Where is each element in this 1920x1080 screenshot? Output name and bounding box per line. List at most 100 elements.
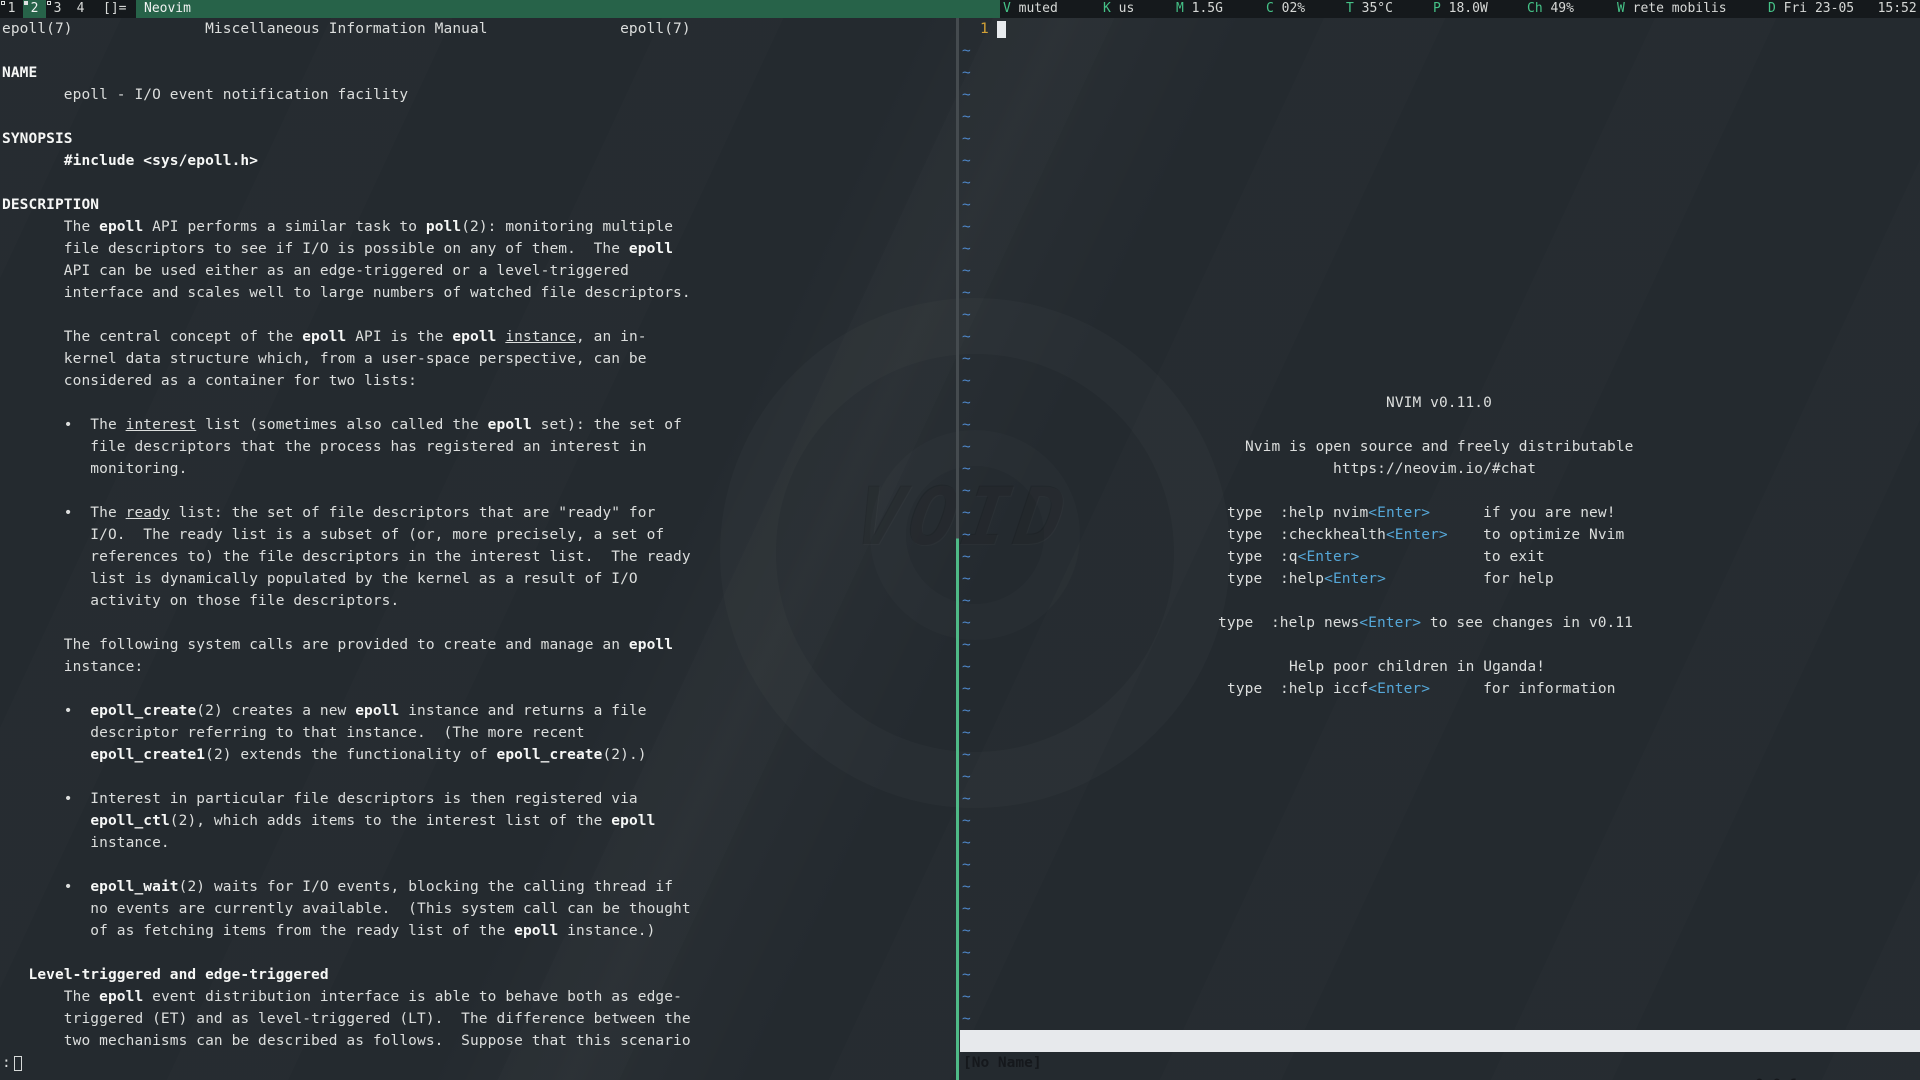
nvim-tilde: ~ xyxy=(962,458,971,480)
tag-1[interactable]: 1 xyxy=(0,0,23,18)
man-line: no events are currently available. (This… xyxy=(2,898,691,920)
tag-3[interactable]: 3 xyxy=(46,0,69,18)
dwm-bar: 1234 []= Neovim V mutedK usM 1.5GC 02%T … xyxy=(0,0,1920,18)
nvim-intro-line: type :checkhealth<Enter> to optimize Nvi… xyxy=(1227,524,1624,546)
man-line: interface and scales well to large numbe… xyxy=(2,282,691,304)
man-line: The epoll event distribution interface i… xyxy=(2,986,682,1008)
nvim-tilde: ~ xyxy=(962,634,971,656)
man-line: list is dynamically populated by the ker… xyxy=(2,568,638,590)
man-line: two mechanisms can be described as follo… xyxy=(2,1030,691,1052)
status-m: M 1.5G xyxy=(1176,0,1223,18)
nvim-tilde: ~ xyxy=(962,964,971,986)
nvim-tilde: ~ xyxy=(962,348,971,370)
nvim-tilde: ~ xyxy=(962,1008,971,1030)
nvim-tilde: ~ xyxy=(962,678,971,700)
nvim-tilde: ~ xyxy=(962,546,971,568)
nvim-intro-line: type :help<Enter> for help xyxy=(1227,568,1554,590)
nvim-tilde: ~ xyxy=(962,436,971,458)
tag-indicator-hollow xyxy=(1,1,5,5)
man-line: NAME xyxy=(2,62,37,84)
nvim-intro-line: https://neovim.io/#chat xyxy=(1333,458,1536,480)
nvim-tilde: ~ xyxy=(962,62,971,84)
nvim-tilde: ~ xyxy=(962,700,971,722)
nvim-tilde: ~ xyxy=(962,612,971,634)
nvim-cursor xyxy=(997,21,1006,38)
man-line: • Interest in particular file descriptor… xyxy=(2,788,638,810)
nvim-tilde: ~ xyxy=(962,150,971,172)
nvim-intro-line: type :help nvim<Enter> if you are new! xyxy=(1227,502,1616,524)
nvim-tilde: ~ xyxy=(962,194,971,216)
man-line: The epoll API performs a similar task to… xyxy=(2,216,673,238)
nvim-tilde: ~ xyxy=(962,744,971,766)
nvim-statusline: [No Name] 0,0-1 All xyxy=(960,1030,1920,1052)
man-line: SYNOPSIS xyxy=(2,128,73,150)
nvim-tilde: ~ xyxy=(962,656,971,678)
man-line: descriptor referring to that instance. (… xyxy=(2,722,585,744)
nvim-tilde: ~ xyxy=(962,106,971,128)
nvim-tilde: ~ xyxy=(962,172,971,194)
tag-indicator-filled xyxy=(24,1,28,5)
nvim-tilde: ~ xyxy=(962,810,971,832)
window-title: Neovim xyxy=(144,1,191,16)
man-line: references to) the file descriptors in t… xyxy=(2,546,691,568)
status-c: C 02% xyxy=(1266,0,1305,18)
nvim-tilde: ~ xyxy=(962,40,971,62)
man-line: epoll(7) Miscellaneous Information Manua… xyxy=(2,18,691,40)
man-line: API can be used either as an edge-trigge… xyxy=(2,260,629,282)
nvim-intro-line: type :help iccf<Enter> for information xyxy=(1227,678,1616,700)
man-line: • The interest list (sometimes also call… xyxy=(2,414,682,436)
status-k: K us xyxy=(1103,0,1134,18)
nvim-tilde: ~ xyxy=(962,590,971,612)
line-number: 1 xyxy=(980,18,989,40)
man-line: I/O. The ready list is a subset of (or, … xyxy=(2,524,664,546)
desktop: VOID 1234 []= Neovim V mutedK usM 1.5GC … xyxy=(0,0,1920,1080)
nvim-tilde: ~ xyxy=(962,260,971,282)
layout-symbol[interactable]: []= xyxy=(99,0,130,18)
statusline-filename: [No Name] xyxy=(963,1052,1042,1074)
man-line: instance. xyxy=(2,832,170,854)
man-line: file descriptors to see if I/O is possib… xyxy=(2,238,673,260)
man-line: • epoll_wait(2) waits for I/O events, bl… xyxy=(2,876,673,898)
nvim-tilde: ~ xyxy=(962,370,971,392)
nvim-tilde: ~ xyxy=(962,568,971,590)
man-line: • epoll_create(2) creates a new epoll in… xyxy=(2,700,647,722)
man-line: The central concept of the epoll API is … xyxy=(2,326,647,348)
terminal-cursor xyxy=(14,1056,22,1071)
man-line: activity on those file descriptors. xyxy=(2,590,399,612)
status-ch: Ch 49% xyxy=(1527,0,1574,18)
nvim-intro-line: type :help news<Enter> to see changes in… xyxy=(1218,612,1633,634)
nvim-tilde: ~ xyxy=(962,84,971,106)
nvim-tilde: ~ xyxy=(962,986,971,1008)
nvim-tilde: ~ xyxy=(962,766,971,788)
nvim-tilde: ~ xyxy=(962,414,971,436)
nvim-tilde: ~ xyxy=(962,942,971,964)
nvim-intro-line: Nvim is open source and freely distribut… xyxy=(1245,436,1634,458)
man-line: DESCRIPTION xyxy=(2,194,99,216)
man-line: monitoring. xyxy=(2,458,187,480)
nvim-tilde: ~ xyxy=(962,128,971,150)
nvim-tilde: ~ xyxy=(962,238,971,260)
man-line: • The ready list: the set of file descri… xyxy=(2,502,655,524)
nvim-tilde: ~ xyxy=(962,722,971,744)
nvim-tilde: ~ xyxy=(962,832,971,854)
nvim-tilde: ~ xyxy=(962,480,971,502)
man-line: #include <sys/epoll.h> xyxy=(2,150,258,172)
tag-2[interactable]: 2 xyxy=(23,0,46,18)
man-line: The following system calls are provided … xyxy=(2,634,673,656)
man-line: epoll_ctl(2), which adds items to the in… xyxy=(2,810,655,832)
nvim-intro-line: Help poor children in Uganda! xyxy=(1289,656,1545,678)
nvim-tilde: ~ xyxy=(962,216,971,238)
nvim-tilde: ~ xyxy=(962,854,971,876)
window-title-bar[interactable]: Neovim xyxy=(136,0,1000,18)
man-line: kernel data structure which, from a user… xyxy=(2,348,647,370)
nvim-intro-line: NVIM v0.11.0 xyxy=(1386,392,1492,414)
man-line: instance: xyxy=(2,656,143,678)
nvim-tilde: ~ xyxy=(962,920,971,942)
man-line: epoll - I/O event notification facility xyxy=(2,84,408,106)
man-line: of as fetching items from the ready list… xyxy=(2,920,655,942)
pager-prompt-line: : xyxy=(2,1052,22,1074)
tag-4[interactable]: 4 xyxy=(69,0,92,18)
nvim-tilde: ~ xyxy=(962,502,971,524)
nvim-tilde: ~ xyxy=(962,392,971,414)
nvim-intro-line: type :q<Enter> to exit xyxy=(1227,546,1545,568)
